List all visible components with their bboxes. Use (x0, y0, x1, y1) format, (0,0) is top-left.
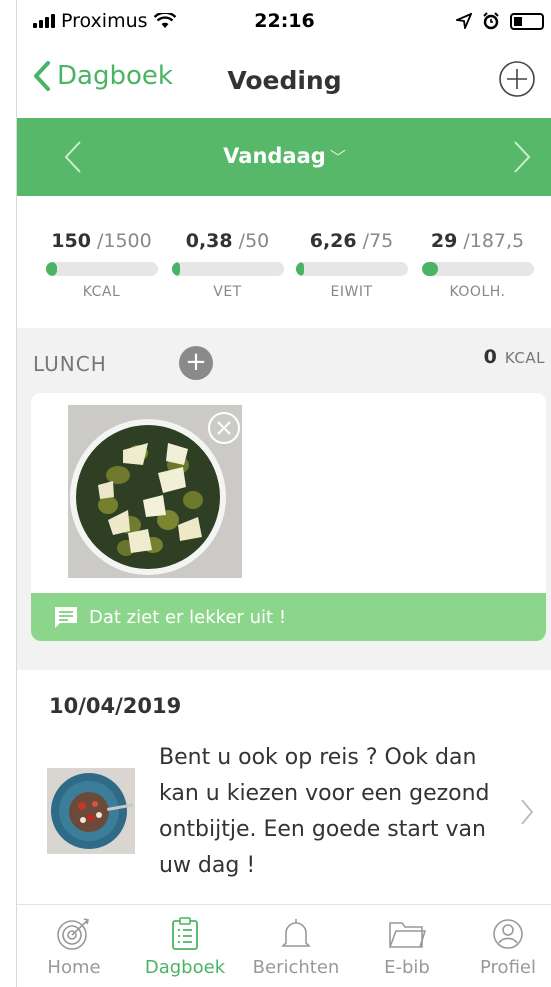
stat-unit: EIWIT (330, 284, 373, 300)
progress-fill (171, 262, 181, 276)
stat-unit: KOOLH. (449, 284, 506, 300)
add-circle-button[interactable] (498, 60, 536, 98)
nav-bar: Dagboek Voeding (17, 42, 551, 118)
stat-value: 6,26 (309, 230, 357, 252)
battery-icon (510, 12, 544, 30)
progress-bar (45, 262, 158, 276)
status-right (456, 12, 544, 30)
location-arrow-icon (456, 13, 472, 29)
target-icon (57, 918, 89, 950)
chevron-down-icon: ﹀ (329, 148, 346, 167)
stat-value: 0,38 (185, 230, 233, 252)
nutrition-summary: 150 /1500 KCAL 0,38 /50 VET 6,26 /75 EIW… (17, 196, 551, 328)
tab-label: Profiel (480, 957, 536, 978)
stat-value: 150 (51, 230, 91, 252)
progress-bar (171, 262, 284, 276)
stat-max: /50 (238, 230, 270, 252)
news-text: Bent u ook op reis ? Ook dan kan u kieze… (159, 745, 490, 878)
meal-card: Dat ziet er lekker uit ! (31, 393, 546, 641)
stat-unit: KCAL (82, 284, 121, 300)
news-date: 10/04/2019 (49, 694, 182, 718)
folder-icon (389, 922, 426, 948)
stat-max: /187,5 (463, 230, 525, 252)
user-icon (493, 919, 523, 949)
chevron-right-icon[interactable] (512, 140, 532, 174)
tab-berichten[interactable]: Berichten (241, 917, 351, 978)
tab-profiel[interactable]: Profiel (453, 917, 551, 978)
tab-dagboek[interactable]: Dagboek (130, 917, 240, 978)
tab-label: Berichten (252, 957, 340, 978)
clipboard-icon (172, 917, 198, 950)
progress-bar (421, 262, 534, 276)
stat-koolh: 29 /187,5 KOOLH. (415, 230, 540, 300)
stat-value: 29 (430, 230, 458, 252)
meal-kcal: 0 KCAL (484, 346, 545, 368)
remove-photo-button[interactable] (207, 411, 241, 445)
chevron-right-icon (521, 799, 534, 825)
tab-label: Dagboek (144, 957, 226, 978)
progress-fill (295, 262, 305, 276)
tab-bar: Home Dagboek Berichten E-bib Profiel (17, 904, 551, 987)
progress-fill (45, 262, 57, 276)
date-label[interactable]: Vandaag ﹀ (17, 144, 551, 168)
app-screen: Proximus 22:16 Dagboek Voeding Vandaag ﹀… (16, 0, 551, 987)
stat-unit: VET (213, 284, 242, 300)
meal-kcal-unit: KCAL (504, 349, 545, 367)
news-item[interactable]: 10/04/2019 Bent u ook op reis ? Ook dan … (17, 670, 551, 904)
stat-eiwit: 6,26 /75 EIWIT (289, 230, 414, 300)
progress-fill (421, 262, 439, 276)
tab-home[interactable]: Home (19, 917, 129, 978)
add-meal-item-button[interactable]: + (179, 346, 213, 380)
bell-icon (281, 919, 311, 947)
meal-kcal-value: 0 (483, 346, 497, 368)
tab-label: Home (47, 957, 101, 978)
breakfast-bowl-image (47, 768, 135, 854)
stat-vet: 0,38 /50 VET (165, 230, 290, 300)
meal-title: LUNCH (33, 352, 107, 376)
news-thumbnail (47, 768, 135, 854)
page-title: Voeding (227, 66, 342, 95)
comment-text: Dat ziet er lekker uit ! (89, 606, 287, 628)
stat-max: /1500 (96, 230, 152, 252)
date-selector: Vandaag ﹀ (17, 118, 551, 196)
message-icon (55, 607, 77, 628)
alarm-icon (483, 12, 499, 30)
status-bar: Proximus 22:16 (17, 0, 551, 42)
tab-label: E-bib (384, 957, 430, 978)
stat-kcal: 150 /1500 KCAL (39, 230, 164, 300)
progress-bar (295, 262, 408, 276)
stat-max: /75 (362, 230, 394, 252)
comment-bar[interactable]: Dat ziet er lekker uit ! (31, 593, 546, 641)
date-label-text: Vandaag (223, 144, 326, 168)
tab-e-bib[interactable]: E-bib (352, 917, 462, 978)
